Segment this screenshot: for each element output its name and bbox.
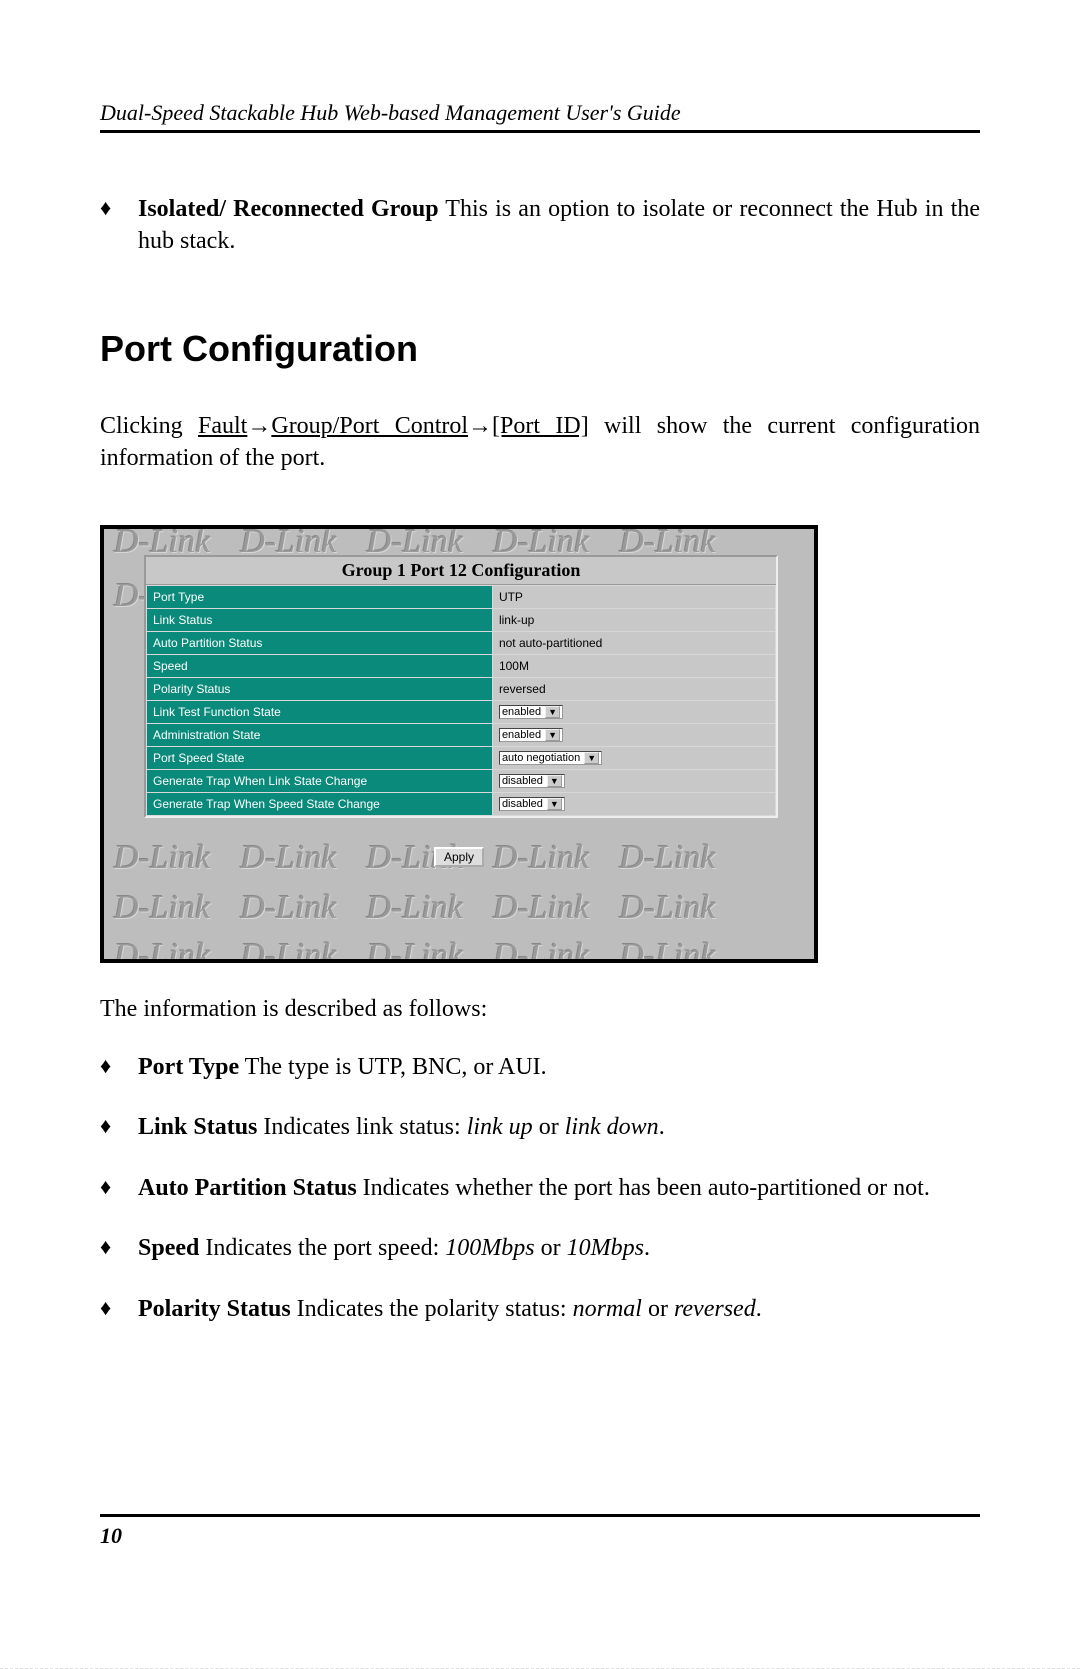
page: Dual-Speed Stackable Hub Web-based Manag… (0, 0, 1080, 1669)
table-row: Generate Trap When Link State Change disa… (147, 769, 776, 792)
config-label: Speed (147, 654, 493, 677)
bullet-text: Indicates the port speed: (199, 1235, 445, 1261)
page-number: 10 (100, 1523, 122, 1548)
panel-title: Group 1 Port 12 Configuration (146, 557, 776, 585)
list-item: Port Type The type is UTP, BNC, or AUI. (100, 1051, 980, 1083)
config-label: Port Type (147, 585, 493, 608)
bullet-text: Indicates link status: (257, 1114, 466, 1140)
bullet-text: The type is UTP, BNC, or AUI. (239, 1054, 547, 1080)
running-header: Dual-Speed Stackable Hub Web-based Manag… (100, 100, 980, 133)
bullet-term: Port Type (138, 1054, 239, 1080)
chevron-down-icon[interactable]: ▼ (584, 752, 599, 764)
italic-text: reversed (674, 1296, 756, 1322)
config-value: not auto-partitioned (492, 631, 775, 654)
select-dropdown[interactable]: auto negotiation▼ (499, 751, 602, 765)
nav-port-id: [Port ID] (492, 413, 589, 439)
italic-text: link up (467, 1114, 533, 1140)
config-value: UTP (492, 585, 775, 608)
italic-text: 10Mbps (567, 1235, 644, 1261)
bullet-term: Auto Partition Status (138, 1175, 357, 1201)
chevron-down-icon[interactable]: ▼ (547, 798, 562, 810)
config-value[interactable]: disabled▼ (492, 792, 775, 815)
top-bullet-list: Isolated/ Reconnected Group This is an o… (100, 193, 980, 258)
intro-paragraph: Clicking Fault→Group/Port Control→[Port … (100, 410, 980, 475)
select-dropdown[interactable]: disabled▼ (499, 774, 565, 788)
config-panel: Group 1 Port 12 Configuration Port TypeU… (144, 555, 778, 818)
config-label: Polarity Status (147, 677, 493, 700)
table-row: Port TypeUTP (147, 585, 776, 608)
apply-button[interactable]: Apply (434, 847, 484, 867)
list-item: Auto Partition Status Indicates whether … (100, 1172, 980, 1204)
table-row: Auto Partition Statusnot auto-partitione… (147, 631, 776, 654)
description-bullet-list: Port Type The type is UTP, BNC, or AUI. L… (100, 1051, 980, 1325)
bullet-term: Isolated/ Reconnected Group (138, 196, 439, 222)
intro-pre: Clicking (100, 413, 198, 439)
config-label: Generate Trap When Speed State Change (147, 792, 493, 815)
watermark-row: D-LinkD-LinkD-LinkD-LinkD-Link (104, 889, 818, 927)
table-row: Port Speed State auto negotiation▼ (147, 746, 776, 769)
bullet-isolated-group: Isolated/ Reconnected Group This is an o… (100, 193, 980, 258)
page-footer: 10 (100, 1514, 980, 1549)
config-label: Administration State (147, 723, 493, 746)
table-row: Generate Trap When Speed State Change dis… (147, 792, 776, 815)
chevron-down-icon[interactable]: ▼ (545, 729, 560, 741)
after-figure-text: The information is described as follows: (100, 993, 980, 1025)
list-item: Polarity Status Indicates the polarity s… (100, 1293, 980, 1325)
chevron-down-icon[interactable]: ▼ (547, 775, 562, 787)
italic-text: 100Mbps (445, 1235, 534, 1261)
list-item: Speed Indicates the port speed: 100Mbps … (100, 1232, 980, 1264)
screenshot-figure: D-LinkD-LinkD-LinkD-LinkD-Link D-LinkD-L… (100, 525, 818, 963)
table-row: Link Statuslink-up (147, 608, 776, 631)
table-row: Link Test Function State enabled▼ (147, 700, 776, 723)
italic-text: normal (573, 1296, 642, 1322)
table-row: Polarity Statusreversed (147, 677, 776, 700)
list-item: Link Status Indicates link status: link … (100, 1111, 980, 1143)
select-dropdown[interactable]: enabled▼ (499, 705, 563, 719)
bullet-term: Polarity Status (138, 1296, 291, 1322)
config-value[interactable]: enabled▼ (492, 723, 775, 746)
config-value: link-up (492, 608, 775, 631)
select-dropdown[interactable]: enabled▼ (499, 728, 563, 742)
config-label: Port Speed State (147, 746, 493, 769)
section-title: Port Configuration (100, 328, 980, 370)
chevron-down-icon[interactable]: ▼ (545, 706, 560, 718)
config-label: Generate Trap When Link State Change (147, 769, 493, 792)
config-table: Port TypeUTPLink Statuslink-upAuto Parti… (146, 585, 776, 816)
config-label: Link Status (147, 608, 493, 631)
nav-fault: Fault (198, 413, 247, 439)
config-value[interactable]: enabled▼ (492, 700, 775, 723)
config-label: Auto Partition Status (147, 631, 493, 654)
italic-text: link down (565, 1114, 659, 1140)
bullet-term: Link Status (138, 1114, 257, 1140)
bullet-text: Indicates whether the port has been auto… (357, 1175, 930, 1201)
select-dropdown[interactable]: disabled▼ (499, 797, 565, 811)
bullet-term: Speed (138, 1235, 199, 1261)
config-value[interactable]: auto negotiation▼ (492, 746, 775, 769)
config-value[interactable]: disabled▼ (492, 769, 775, 792)
config-label: Link Test Function State (147, 700, 493, 723)
table-row: Speed100M (147, 654, 776, 677)
apply-wrap: Apply (104, 847, 814, 867)
watermark-row: D-LinkD-LinkD-LinkD-LinkD-Link (104, 937, 818, 963)
config-value: 100M (492, 654, 775, 677)
config-value: reversed (492, 677, 775, 700)
table-row: Administration State enabled▼ (147, 723, 776, 746)
bullet-text: Indicates the polarity status: (291, 1296, 573, 1322)
nav-group-port: Group/Port Control (271, 413, 468, 439)
